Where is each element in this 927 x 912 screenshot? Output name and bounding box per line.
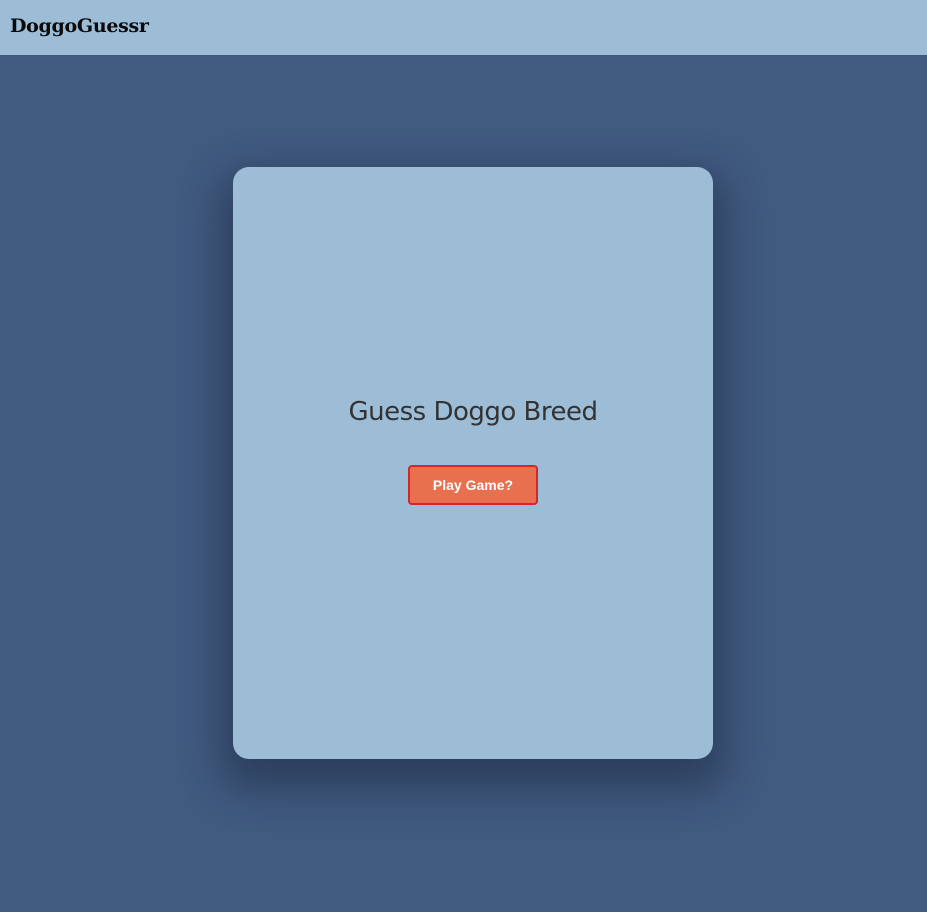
- top-navbar: DoggoGuessr: [0, 0, 927, 55]
- game-title: Guess Doggo Breed: [348, 397, 598, 427]
- start-card: Guess Doggo Breed Play Game?: [233, 167, 713, 759]
- play-game-button[interactable]: Play Game?: [408, 465, 538, 505]
- brand-logo-text[interactable]: DoggoGuessr: [10, 14, 149, 38]
